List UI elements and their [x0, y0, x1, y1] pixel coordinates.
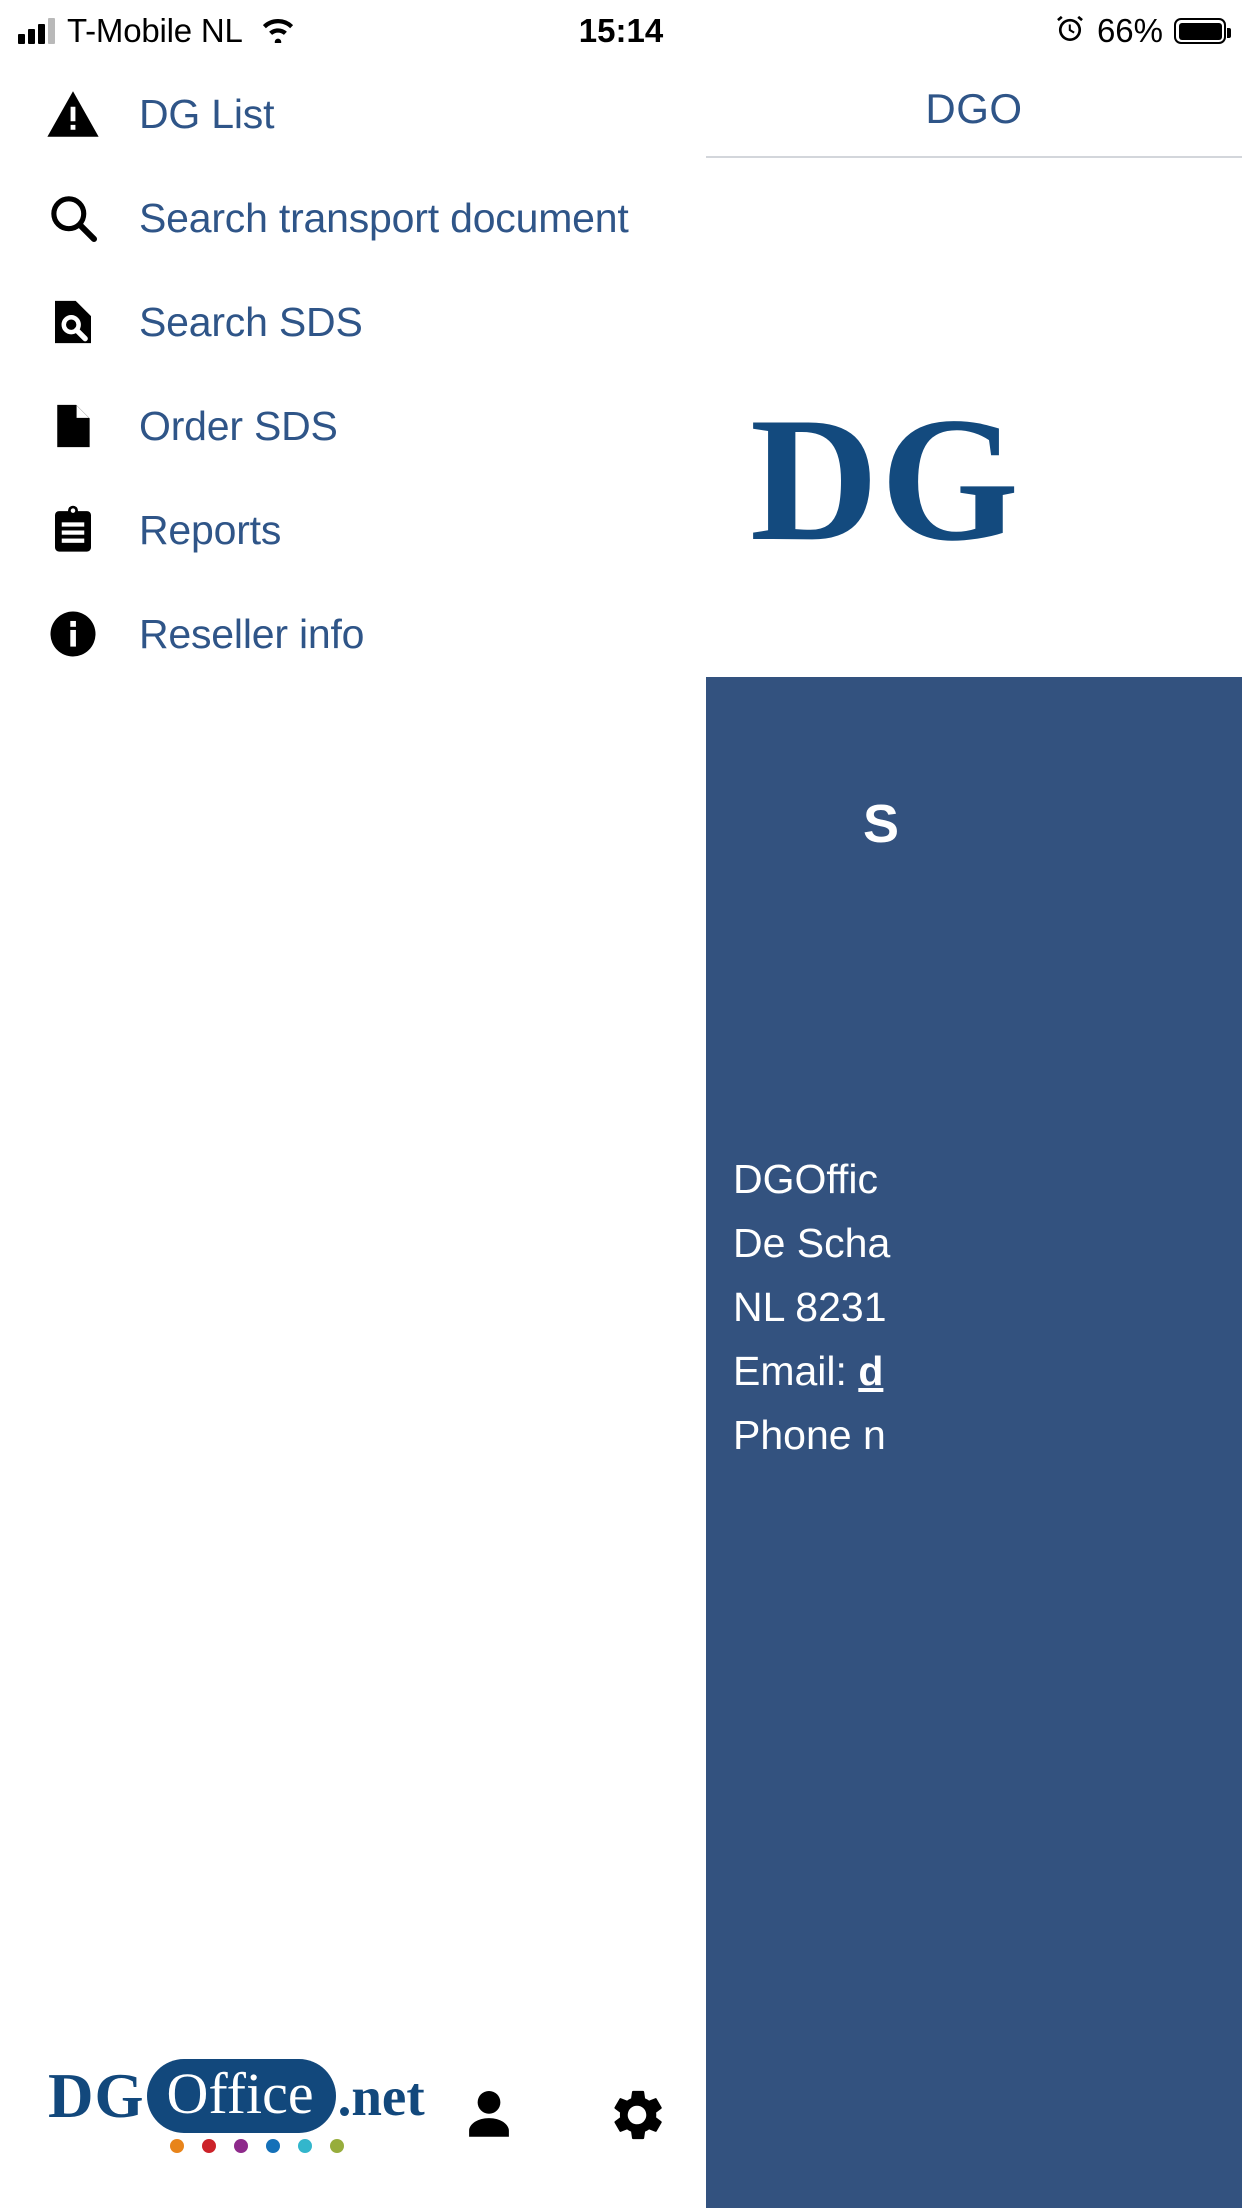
contact-email-label: Email: — [733, 1348, 859, 1394]
contact-card-body: DGOffic De Scha NL 8231 Email: d Phone n — [733, 1147, 1242, 1467]
clipboard-icon — [42, 499, 104, 561]
dgoffice-wordmark: DG — [750, 380, 1021, 578]
main-navigation: DG List Search transport document Search… — [0, 62, 706, 686]
battery-icon — [1174, 18, 1231, 44]
nav-item-label: Reports — [139, 506, 282, 553]
alarm-clock-icon — [1054, 13, 1086, 50]
contact-email-line: Email: d — [733, 1339, 1242, 1403]
contact-email-link[interactable]: d — [858, 1348, 883, 1394]
nav-item-label: Order SDS — [139, 402, 338, 449]
gear-icon[interactable] — [600, 2078, 674, 2152]
logo-color-dots — [170, 2139, 378, 2153]
nav-item-search-sds[interactable]: Search SDS — [0, 270, 706, 374]
battery-percent-label: 66% — [1096, 12, 1163, 49]
dgoffice-logo[interactable]: DG Office .net — [48, 2059, 425, 2170]
footer-bar: DG Office .net — [0, 2020, 706, 2208]
info-circle-icon — [42, 603, 104, 665]
contact-card: S DGOffic De Scha NL 8231 Email: d Phone… — [706, 677, 1242, 2208]
logo-dg-text: DG — [48, 2060, 145, 2131]
contact-card-title: S — [863, 794, 900, 854]
nav-item-label: Search transport document — [139, 194, 629, 241]
nav-item-label: Reseller info — [139, 610, 365, 657]
nav-item-reseller-info[interactable]: Reseller info — [0, 582, 706, 686]
logo-net-text: .net — [337, 2065, 425, 2127]
logo-office-pill: Office — [146, 2059, 336, 2133]
nav-item-order-sds[interactable]: Order SDS — [0, 374, 706, 478]
tab-dgo[interactable]: DGO — [706, 85, 1242, 133]
status-bar: T-Mobile NL 15:14 66% — [0, 0, 1242, 62]
contact-postcode: NL 8231 — [733, 1284, 887, 1330]
person-icon[interactable] — [452, 2078, 526, 2152]
nav-item-reports[interactable]: Reports — [0, 478, 706, 582]
nav-item-label: Search SDS — [139, 298, 363, 345]
tab-divider — [706, 156, 1242, 158]
contact-phone: Phone n — [733, 1412, 886, 1458]
nav-item-dg-list[interactable]: DG List — [0, 62, 706, 166]
logo-wordmark-row: DG Office .net — [48, 2059, 425, 2133]
nav-item-search-transport-document[interactable]: Search transport document — [0, 166, 706, 270]
nav-item-label: DG List — [139, 90, 275, 137]
document-search-icon — [42, 291, 104, 353]
status-bar-right: 66% — [1054, 12, 1231, 50]
contact-street: De Scha — [733, 1220, 891, 1266]
contact-company: DGOffic — [733, 1156, 879, 1202]
warning-triangle-icon — [42, 83, 104, 145]
content-pane: DGO DG S DGOffic De Scha NL 8231 Email: … — [706, 62, 1242, 2208]
document-icon — [42, 395, 104, 457]
magnifier-icon — [42, 187, 104, 249]
